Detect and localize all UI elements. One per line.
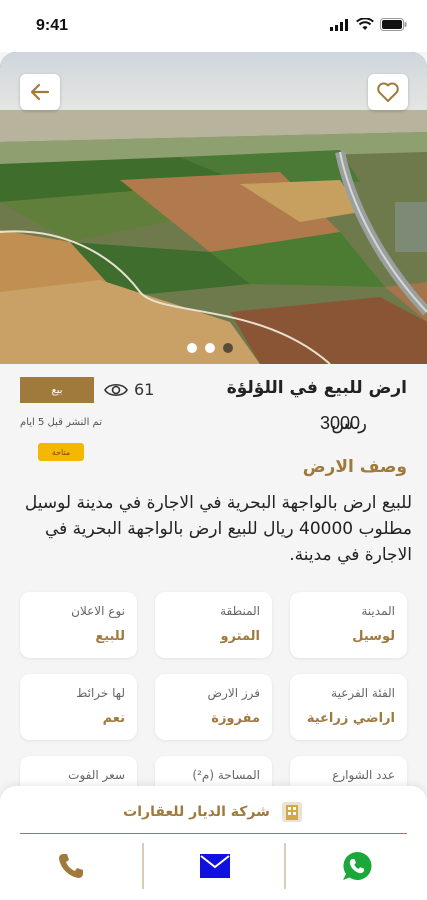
favorite-button[interactable] [368,74,408,110]
detail-label: سعر الفوت [68,768,125,782]
detail-value: المترو [220,629,260,644]
building-icon [281,802,302,822]
divider [284,843,286,889]
detail-card-land-sorting: فرز الارض مفروزة [155,674,272,740]
price-value: 3000 [320,413,361,433]
carousel-dots [187,343,233,353]
listing-type-badge: بيع [20,377,94,403]
detail-label: المنطقة [220,604,260,618]
views-value: 61 [134,380,155,399]
divider [20,833,407,834]
battery-icon [380,18,407,31]
description-text: للبيع ارض بالواجهة البحرية في الاجارة في… [24,493,412,565]
views-count: 61 [104,380,154,399]
detail-label: المساحة (م²) [192,768,260,782]
back-button[interactable] [20,74,60,110]
heart-icon [377,82,399,102]
detail-label: لها خرائط [76,686,125,700]
detail-label: نوع الاعلان [71,604,125,618]
posted-time: تم النشر قبل 5 ايام [20,417,102,428]
divider [142,843,144,889]
company-name: شركة الديار للعقارات [123,804,270,820]
detail-card-ad-type: نوع الاعلان للبيع [20,592,137,658]
detail-value: للبيع [95,629,125,644]
email-button[interactable] [190,846,240,886]
detail-card-subcategory: الفئة الفرعية اراضي زراعية [290,674,407,740]
wifi-icon [356,18,374,30]
status-icons [330,18,407,31]
detail-card-area: المنطقة المترو [155,592,272,658]
description-title: وصف الارض [302,457,407,477]
carousel-dot[interactable] [205,343,215,353]
whatsapp-icon [343,851,372,880]
call-button[interactable] [46,846,96,886]
hero-image[interactable] [0,52,427,364]
status-time: 9:41 [36,17,69,34]
detail-label: الفئة الفرعية [331,686,395,700]
detail-value: مفروزة [211,711,260,726]
detail-card-has-maps: لها خرائط نعم [20,674,137,740]
signal-icon [330,18,348,31]
company-row[interactable]: شركة الديار للعقارات [0,800,427,824]
status-bar: 9:41 [0,0,427,52]
detail-label: عدد الشوارع [332,768,395,782]
detail-value: نعم [102,711,125,726]
aerial-farmland-photo [0,52,427,364]
mail-icon [200,854,230,878]
detail-value: اراضي زراعية [306,711,395,726]
eye-icon [104,383,128,396]
detail-label: المدينة [361,604,395,618]
phone-icon [59,854,83,878]
detail-card-city: المدينة لوسيل [290,592,407,658]
arrow-left-icon [30,83,50,101]
carousel-dot[interactable] [187,343,197,353]
detail-value: لوسيل [352,629,395,644]
carousel-dot-active[interactable] [223,343,233,353]
detail-label: فرز الارض [207,686,260,700]
screen: 9:41 ارض للبيع في اللؤلؤة ر.س 3000 بيع 6… [0,0,427,900]
listing-title: ارض للبيع في اللؤلؤة [226,378,407,398]
status-badge: متاحة [38,443,84,461]
whatsapp-button[interactable] [332,846,382,886]
